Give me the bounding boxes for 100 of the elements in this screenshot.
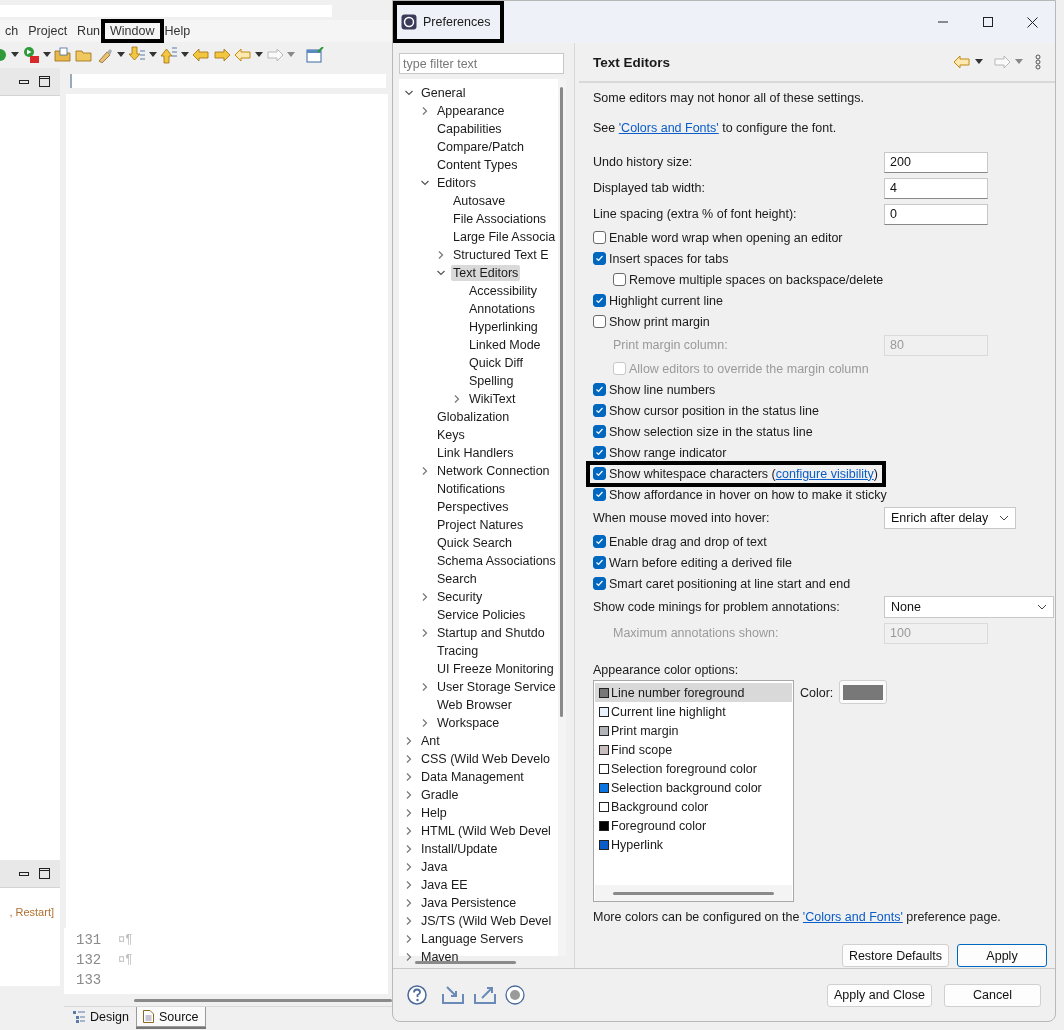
tree-item[interactable]: Editors (435, 175, 478, 191)
tree-item[interactable]: Help (419, 805, 449, 821)
color-list-item[interactable]: Background color (595, 797, 792, 816)
import-icon[interactable] (441, 985, 465, 1005)
tree-item[interactable]: Workspace (435, 715, 502, 731)
cancel-button[interactable]: Cancel (944, 983, 1041, 1007)
maximize-icon[interactable] (982, 17, 993, 27)
chevron-down-icon[interactable] (999, 515, 1009, 521)
tree-item[interactable]: Text Editors (451, 265, 521, 281)
tree-item[interactable]: Startup and Shutdo (435, 625, 547, 641)
filter-field[interactable]: type filter text (399, 53, 564, 74)
maximize-icon[interactable] (39, 868, 50, 879)
tree-item[interactable]: Security (435, 589, 485, 605)
color-list-item[interactable]: Current line highlight (595, 702, 792, 721)
tree-item[interactable]: Quick Search (435, 535, 515, 551)
tree-item[interactable]: Maven (419, 949, 461, 965)
tree-item[interactable]: Service Policies (435, 607, 528, 623)
dropdown-caret-icon[interactable] (117, 52, 125, 58)
tree-item[interactable]: Hyperlinking (467, 319, 540, 335)
dropdown[interactable]: Enrich after delay (884, 507, 1016, 529)
chevron-down-icon[interactable] (1037, 604, 1047, 610)
tree-item[interactable]: Link Handlers (435, 445, 516, 461)
tree-item[interactable]: User Storage Service (435, 679, 558, 695)
tree-item[interactable]: Notifications (435, 481, 508, 497)
tree-item[interactable]: Autosave (451, 193, 508, 209)
checkbox[interactable] (593, 315, 606, 328)
apply-button[interactable]: Apply (957, 944, 1047, 967)
dropdown-caret-icon[interactable] (149, 52, 157, 58)
tree-item[interactable]: Language Servers (419, 931, 526, 947)
dropdown-caret-icon[interactable] (255, 52, 263, 58)
tree-item[interactable]: Linked Mode (467, 337, 543, 353)
tree-item[interactable]: HTML (Wild Web Devel (419, 823, 553, 839)
tree-item[interactable]: Perspectives (435, 499, 511, 515)
color-list-item[interactable]: Hyperlink (595, 835, 792, 854)
tree-item[interactable]: Ant (419, 733, 442, 749)
tree-item[interactable]: Project Natures (435, 517, 526, 533)
editor-tab[interactable]: Source (135, 1007, 206, 1027)
tree-item[interactable]: General (419, 85, 468, 101)
minimize-icon[interactable] (19, 79, 29, 84)
tree-item[interactable]: UI Freeze Monitoring (435, 661, 556, 677)
color-list-item[interactable]: Line number foreground (595, 683, 792, 702)
tree-item[interactable]: Content Types (435, 157, 520, 173)
tree-item[interactable]: Globalization (435, 409, 512, 425)
checkbox[interactable] (613, 273, 626, 286)
tree-item[interactable]: CSS (Wild Web Develo (419, 751, 552, 767)
tree-item[interactable]: Search (435, 571, 479, 587)
tree-item[interactable]: Gradle (419, 787, 461, 803)
colors-and-fonts-link[interactable]: 'Colors and Fonts' (618, 121, 719, 135)
dropdown[interactable]: None (884, 596, 1054, 618)
menu-item[interactable]: Run (72, 23, 106, 39)
number-field[interactable]: 0 (884, 203, 988, 225)
tree-item[interactable]: Java (419, 859, 450, 875)
menu-item[interactable]: ch (0, 23, 24, 39)
tree-item[interactable]: Capabilities (435, 121, 504, 137)
tree-item[interactable]: Tracing (435, 643, 481, 659)
tree-item[interactable]: Keys (435, 427, 467, 443)
tree-item[interactable]: Java EE (419, 877, 470, 893)
right-arrow-icon[interactable] (213, 48, 231, 62)
maximize-icon[interactable] (39, 76, 50, 87)
color-picker-button[interactable] (839, 680, 888, 704)
restore-defaults-button[interactable]: Restore Defaults (841, 944, 949, 967)
dropdown-caret-icon[interactable] (975, 59, 983, 65)
color-list-item[interactable]: Find scope (595, 740, 792, 759)
menu-item[interactable]: Help (159, 23, 196, 39)
tree-item[interactable]: Annotations (467, 301, 538, 317)
color-list-item[interactable]: Selection background color (595, 778, 792, 797)
tree-item[interactable]: Schema Associations (435, 553, 558, 569)
dropdown-caret-icon[interactable] (181, 52, 189, 58)
color-list-item[interactable]: Foreground color (595, 816, 792, 835)
tree-item[interactable]: Compare/Patch (435, 139, 526, 155)
scrollbar[interactable] (415, 960, 516, 964)
color-list-item[interactable]: Print margin (595, 721, 792, 740)
tree-item[interactable]: Appearance (435, 103, 507, 119)
new-window-icon[interactable] (306, 47, 324, 63)
tree-item[interactable]: Accessibility (467, 283, 540, 299)
tree-item[interactable]: Data Management (419, 769, 526, 785)
scrollbar[interactable] (560, 87, 564, 717)
record-icon[interactable] (505, 985, 525, 1005)
dropdown-caret-icon[interactable] (43, 52, 51, 58)
dropdown-caret-icon[interactable] (11, 52, 19, 58)
colors-and-fonts-link[interactable]: 'Colors and Fonts' (802, 910, 903, 924)
scrollbar[interactable] (134, 998, 392, 1002)
tree-item[interactable]: Web Browser (435, 697, 514, 713)
tree-item[interactable]: Quick Diff (467, 355, 525, 371)
editor-tab[interactable]: Design (66, 1007, 136, 1027)
menu-item[interactable]: Project (23, 23, 73, 39)
number-field[interactable]: 4 (884, 177, 988, 199)
close-icon[interactable] (1027, 16, 1038, 28)
tree-item[interactable]: Network Connection (435, 463, 552, 479)
configure-link[interactable]: configure visibility (775, 466, 874, 481)
help-icon[interactable] (407, 985, 427, 1005)
tree-item[interactable]: Structured Text E (451, 247, 551, 263)
tree-item[interactable]: WikiText (467, 391, 518, 407)
tree-item[interactable]: JS/TS (Wild Web Devel (419, 913, 554, 929)
minimize-icon[interactable] (19, 871, 29, 876)
tree-item[interactable]: Java Persistence (419, 895, 519, 911)
color-list-item[interactable]: Selection foreground color (595, 759, 792, 778)
more-options-icon[interactable] (1035, 54, 1041, 70)
apply-and-close-button[interactable]: Apply and Close (826, 983, 932, 1007)
checkbox[interactable] (593, 231, 606, 244)
